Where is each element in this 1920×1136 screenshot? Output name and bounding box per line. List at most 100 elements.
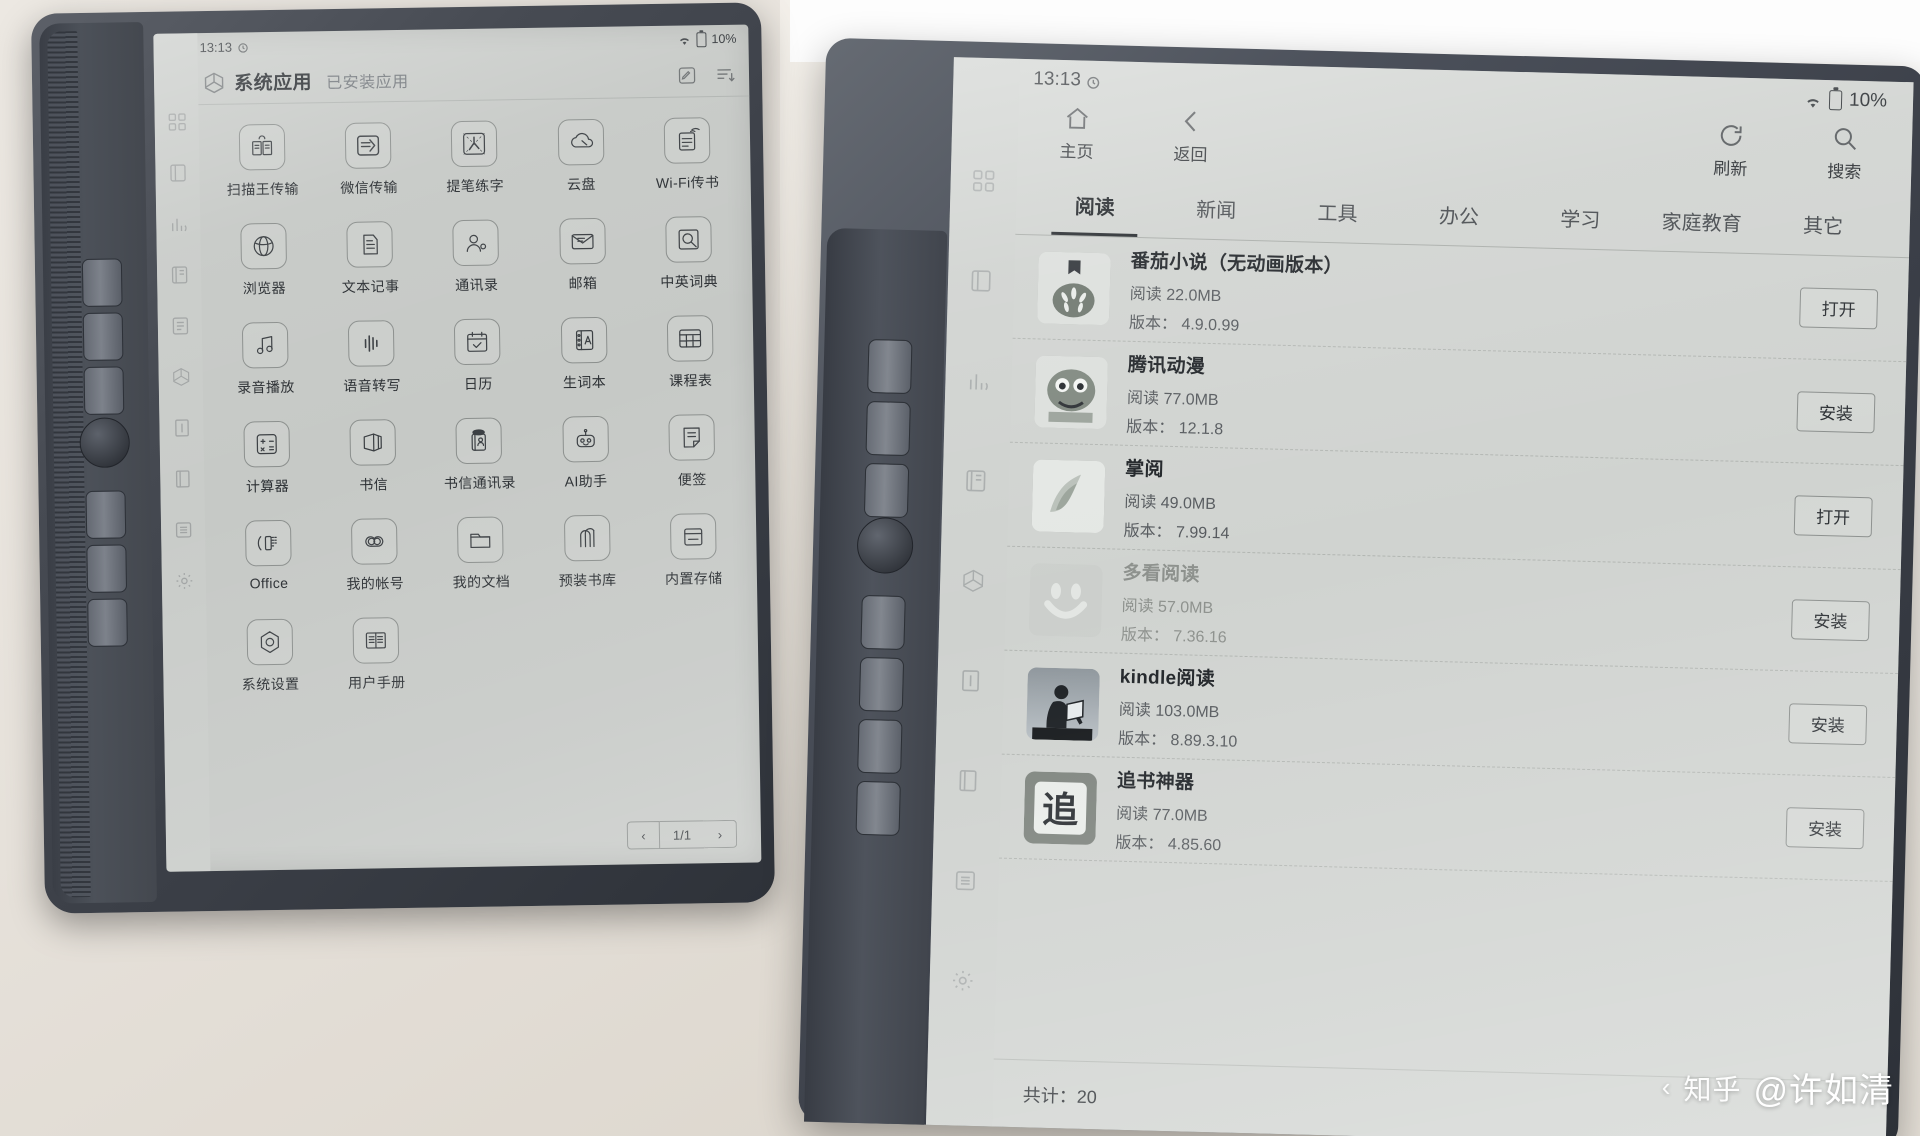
page-indicator: 1/1 (659, 820, 705, 850)
eink-device-right: 13:13 10% 主页 返回 刷新 搜索 阅读 新闻 工具 办公 学习 家庭教… (798, 37, 1920, 1136)
app-tile[interactable]: 中英词典 (635, 216, 743, 317)
note-icon[interactable] (167, 162, 188, 183)
app-row-text: 腾讯动漫 阅读 77.0MB 版本： 12.1.8 (1126, 350, 1778, 454)
toolbar-home-button[interactable]: 主页 (1039, 103, 1114, 163)
my-account-icon (351, 518, 398, 565)
prev-page-button[interactable]: ‹ (626, 821, 661, 850)
app-tile[interactable]: 预装书库 (534, 514, 642, 615)
app-tile[interactable]: 微信传输 (315, 122, 423, 223)
letter-icon (349, 419, 397, 466)
app-tile-label: 扫描王传输 (226, 180, 299, 198)
app-tile-label: 用户手册 (347, 673, 406, 691)
tab-1[interactable]: 新闻 (1155, 178, 1278, 238)
tab-2[interactable]: 工具 (1276, 182, 1399, 242)
app-action-button[interactable]: 安装 (1790, 598, 1870, 641)
page-subtitle[interactable]: 已安装应用 (326, 67, 409, 92)
app-tile[interactable]: 内置存储 (640, 513, 748, 614)
app-tile[interactable]: 用户手册 (323, 617, 431, 718)
apps-grid-icon[interactable] (970, 168, 997, 195)
app-action-button[interactable]: 安装 (1788, 702, 1868, 745)
tab-5[interactable]: 家庭教育 (1640, 191, 1763, 251)
toolbar-refresh-button[interactable]: 刷新 (1693, 121, 1768, 181)
text-icon[interactable] (171, 417, 192, 438)
home-icon (1063, 104, 1092, 133)
tab-4[interactable]: 学习 (1519, 188, 1642, 248)
edit-pencil-icon[interactable] (677, 65, 697, 85)
app-tile[interactable]: 我的帐号 (321, 518, 429, 619)
page-icon[interactable] (172, 468, 193, 489)
toolbar-back-button[interactable]: 返回 (1153, 106, 1228, 166)
app-tile[interactable]: Office (215, 519, 323, 620)
pen-slot (83, 366, 125, 416)
app-tile[interactable]: 通讯录 (423, 219, 531, 320)
app-tile[interactable]: 邮箱 (529, 217, 637, 318)
app-tile[interactable]: 计算器 (213, 420, 321, 521)
sort-list-icon[interactable] (715, 64, 735, 84)
next-page-button[interactable]: › (703, 819, 738, 849)
app-tile[interactable]: 书信通讯录 (426, 417, 534, 518)
app-action-button[interactable]: 安装 (1796, 390, 1876, 433)
app-tile[interactable]: 录音播放 (212, 321, 320, 422)
app-tile[interactable]: 书信 (320, 419, 428, 520)
app-tile-label: 系统设置 (241, 675, 300, 693)
page-icon[interactable] (955, 767, 982, 794)
mail-icon (558, 217, 606, 265)
timetable-icon (666, 315, 714, 362)
app-tile[interactable]: 浏览器 (210, 222, 318, 323)
brand-hexagon-icon[interactable] (960, 567, 987, 594)
app-tile-label: AI助手 (564, 472, 608, 490)
app-tile[interactable]: 我的文档 (427, 516, 535, 617)
app-tile[interactable]: 提笔练字 (421, 120, 529, 221)
app-tile[interactable]: Wi-Fi传书 (633, 117, 741, 218)
pen-slot (85, 490, 127, 539)
library-icon[interactable] (962, 468, 989, 495)
app-tile[interactable]: 便签 (638, 414, 746, 515)
library-icon[interactable] (168, 264, 189, 285)
app-tile[interactable]: 日历 (424, 318, 532, 419)
watermark: ‹ 知乎 @许如清 (1662, 1063, 1894, 1112)
pen-slot (855, 780, 901, 836)
app-tile[interactable]: 语音转写 (318, 320, 426, 421)
letter-contacts-icon (455, 417, 503, 465)
audio-player-icon (241, 321, 289, 369)
apps-grid-icon[interactable] (166, 111, 187, 132)
app-row-text: kindle阅读 阅读 103.0MB 版本： 8.89.3.10 (1118, 662, 1770, 766)
list-icon[interactable] (172, 519, 193, 540)
app-tile[interactable]: 课程表 (637, 315, 745, 416)
battery-percent: 10% (711, 31, 737, 47)
status-time: 13:13 (199, 39, 233, 55)
app-tile-label: 中英词典 (660, 273, 719, 290)
app-action-button[interactable]: 打开 (1799, 286, 1879, 329)
toolbar-search-button[interactable]: 搜索 (1807, 124, 1882, 184)
app-action-button[interactable]: 安装 (1785, 806, 1865, 849)
tab-3[interactable]: 办公 (1397, 185, 1520, 245)
app-grid: 扫描王传输 微信传输 提笔练字 云盘 Wi-Fi传书浏览器 文本记事 通讯录 邮箱 中英词典录音… (198, 97, 760, 814)
app-tile[interactable]: 文本记事 (316, 221, 424, 322)
app-tile[interactable]: 扫描王传输 (209, 123, 317, 224)
app-tile-label: 便签 (677, 471, 707, 488)
app-row-text: 追书神器 阅读 77.0MB 版本： 4.85.60 (1115, 766, 1767, 870)
settings-gear-icon[interactable] (949, 967, 976, 994)
duokan-smiley-icon (1028, 562, 1103, 637)
app-tile[interactable]: 系统设置 (217, 618, 325, 719)
back-chevron-icon (1177, 107, 1206, 136)
tab-6[interactable]: 其它 (1762, 194, 1885, 254)
list-icon[interactable] (952, 867, 979, 894)
stats-icon[interactable] (965, 368, 992, 395)
tab-0[interactable]: 阅读 (1033, 175, 1156, 235)
app-list-row[interactable]: 追追书神器 阅读 77.0MB 版本： 4.85.60 安装 (998, 754, 1896, 882)
text-icon[interactable] (957, 667, 984, 694)
note-icon[interactable] (968, 268, 995, 295)
pen-slot (865, 400, 911, 457)
zhuishu-icon: 追 (1023, 770, 1098, 845)
app-tile-label: Wi-Fi传书 (655, 173, 720, 191)
stats-icon[interactable] (168, 213, 189, 234)
app-action-button[interactable]: 打开 (1793, 494, 1873, 537)
music-icon[interactable] (169, 315, 190, 336)
app-tile[interactable]: 生词本 (530, 316, 638, 417)
brand-hexagon-icon[interactable] (170, 366, 191, 387)
app-tile[interactable]: 云盘 (527, 118, 635, 219)
pen-slot (82, 312, 124, 362)
settings-gear-icon[interactable] (173, 570, 194, 591)
app-tile[interactable]: AI助手 (532, 415, 640, 516)
